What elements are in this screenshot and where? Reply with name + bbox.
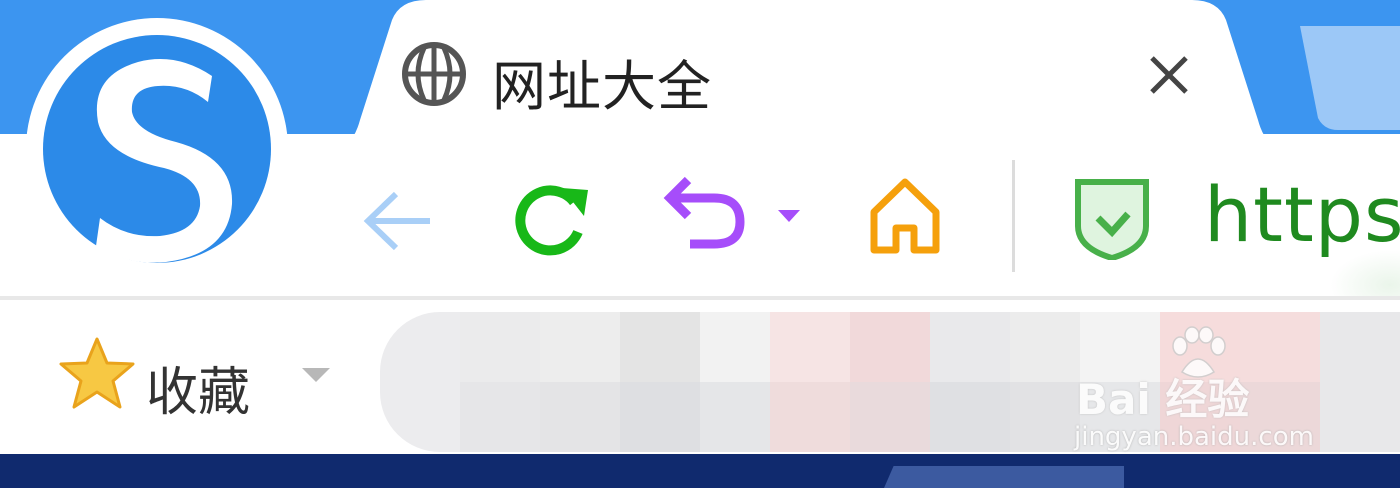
back-arrow-icon[interactable]: [362, 188, 436, 254]
reload-icon[interactable]: [510, 180, 594, 260]
watermark: Bai 经验 jingyan.baidu.com: [1070, 326, 1400, 456]
home-icon[interactable]: [868, 176, 942, 256]
undo-dropdown-icon[interactable]: [776, 208, 802, 224]
star-icon[interactable]: [58, 336, 136, 410]
globe-icon: [402, 42, 466, 106]
address-bar-url[interactable]: https:/: [1204, 170, 1400, 259]
browser-logo-icon[interactable]: [26, 18, 288, 280]
chevron-down-icon[interactable]: [300, 366, 332, 384]
undo-icon[interactable]: [662, 174, 748, 250]
watermark-brand: Bai 经验: [1076, 375, 1250, 424]
favorites-label[interactable]: 收藏: [146, 350, 250, 425]
page-content-top: [0, 454, 1400, 488]
shield-check-icon[interactable]: [1074, 178, 1150, 260]
toolbar-separator: [1012, 160, 1015, 272]
new-tab-button[interactable]: [1278, 18, 1400, 130]
watermark-url: jingyan.baidu.com: [1074, 422, 1314, 452]
close-icon[interactable]: [1140, 46, 1198, 104]
tab-title: 网址大全: [492, 55, 712, 118]
page-content-highlight: [884, 466, 1124, 488]
